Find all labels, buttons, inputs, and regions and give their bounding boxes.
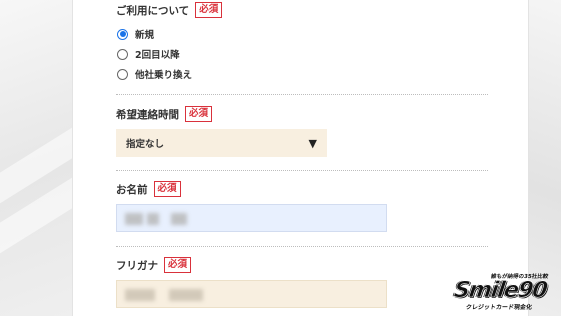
radio-option-switch[interactable]: 他社乗り換え [117,66,192,82]
usage-label-row: ご利用について 必須 [116,1,223,19]
logo-subtitle: クレジットカード現金化 [465,304,533,311]
section-divider [116,246,488,247]
contact-time-label: 希望連絡時間 [116,108,179,121]
furigana-label: フリガナ [116,259,158,272]
furigana-input[interactable] [116,280,387,308]
required-badge: 必須 [153,181,181,197]
logo-wordmark-row: Smile90 [452,278,558,304]
blurred-text [169,289,203,301]
name-label: お名前 [116,183,148,196]
required-badge: 必須 [195,2,223,18]
section-divider [116,94,488,95]
contact-time-label-row: 希望連絡時間 必須 [116,105,213,123]
radio-option-new[interactable]: 新規 [117,26,154,42]
blurred-text [147,213,159,225]
dropdown-arrow-icon[interactable]: ▼ [309,137,317,150]
usage-label: ご利用について [116,4,190,17]
logo-wordmark: Smile90 [452,278,549,304]
radio-label: 他社乗り換え [135,70,193,81]
furigana-label-row: フリガナ 必須 [116,256,192,274]
radio-button[interactable] [117,68,128,80]
contact-time-select[interactable]: 指定なし ▼ [116,129,327,157]
name-input[interactable] [116,204,387,232]
background-left [0,0,115,316]
radio-label: 新規 [135,30,155,41]
radio-button[interactable] [117,28,128,40]
name-label-row: お名前 必須 [116,180,181,198]
radio-button[interactable] [117,48,128,60]
required-badge: 必須 [164,257,192,273]
section-divider [116,170,488,171]
select-value: 指定なし [126,139,165,150]
blurred-text [125,213,143,225]
blurred-text [171,213,187,225]
blurred-text [125,289,155,301]
required-badge: 必須 [185,106,213,122]
form-panel: ご利用について 必須 新規 2回目以降 他社乗り換え 希望連絡時間 必須 指定な… [72,0,529,316]
background-right [527,0,561,316]
smile90-logo: 誰もが納得の35社比較 Smile90 クレジットカード現金化 [451,272,559,312]
radio-option-second-time[interactable]: 2回目以降 [117,46,180,62]
radio-label: 2回目以降 [135,50,180,61]
